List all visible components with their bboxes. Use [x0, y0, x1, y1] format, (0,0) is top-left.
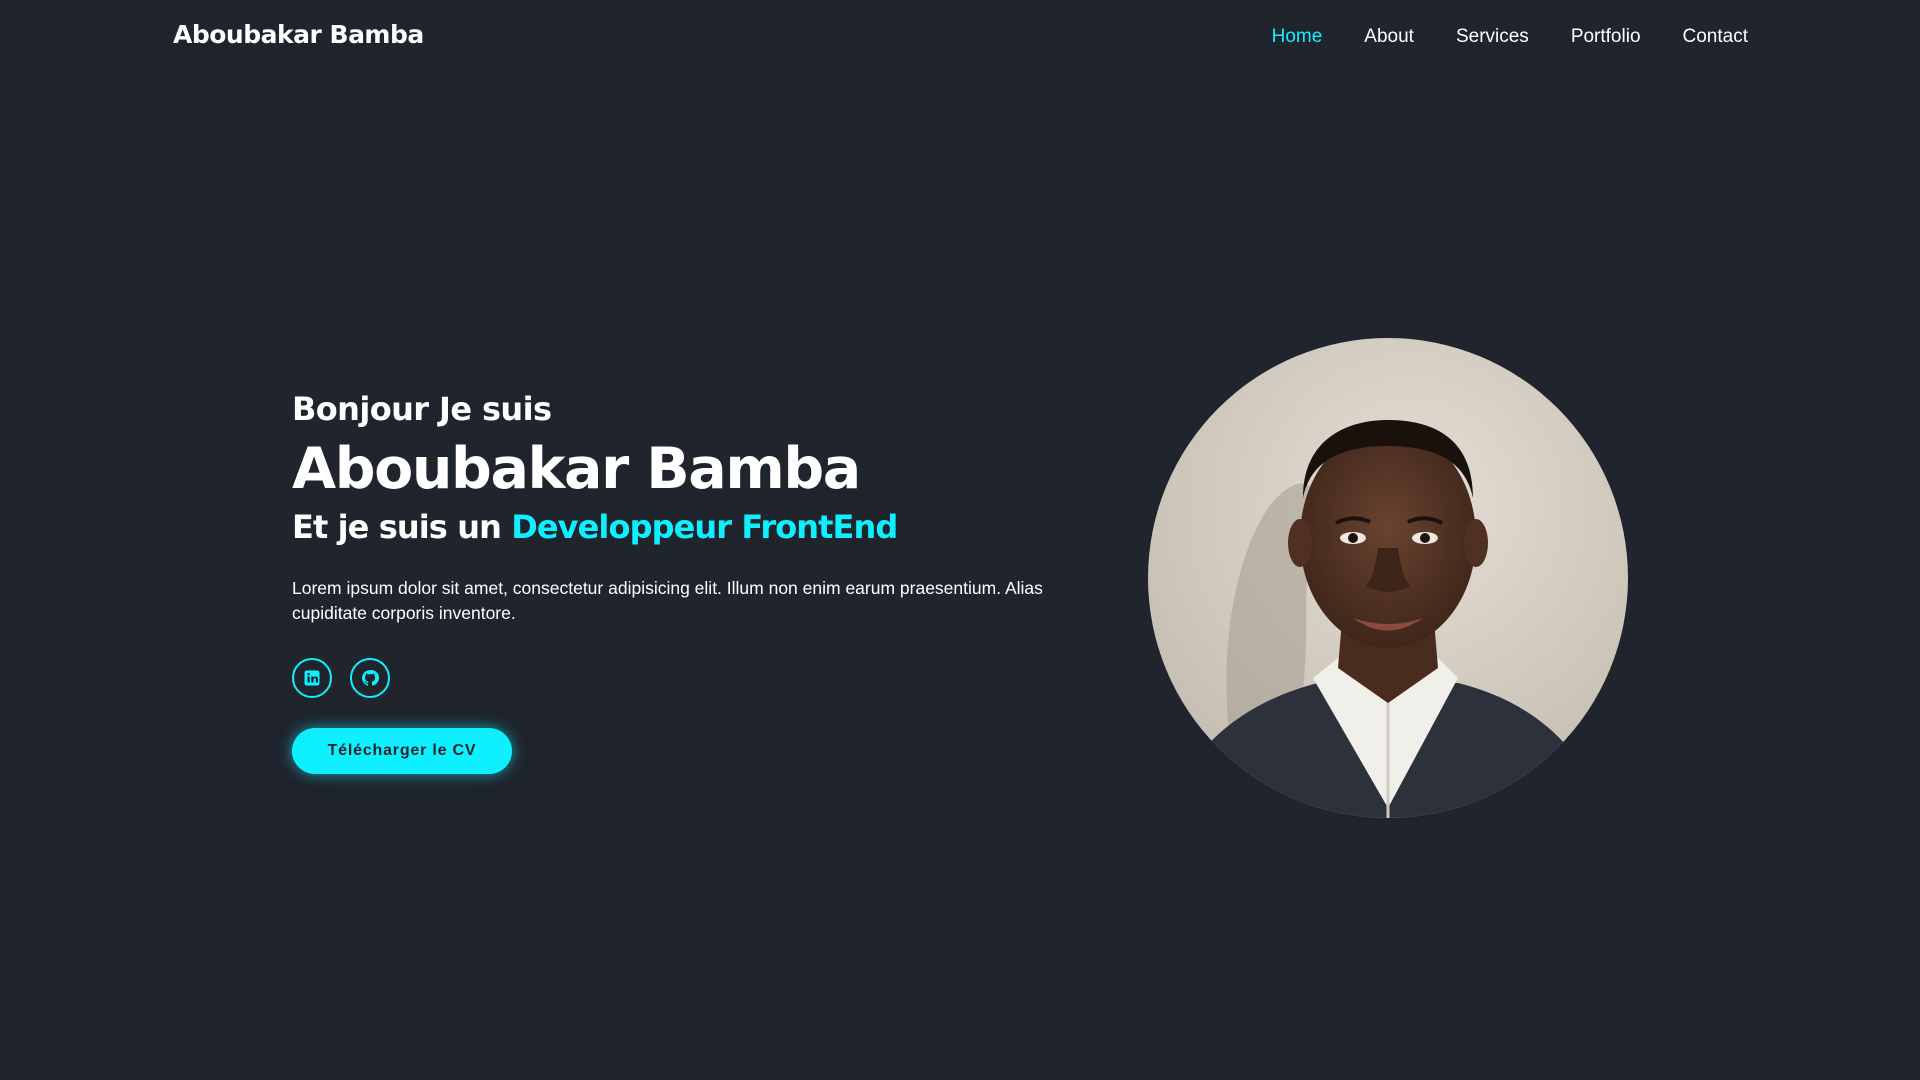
hero-description: Lorem ipsum dolor sit amet, consectetur … — [292, 578, 1043, 623]
nav-contact[interactable]: Contact — [1683, 26, 1748, 48]
nav-about[interactable]: About — [1364, 26, 1414, 48]
main-nav: Home About Services Portfolio Contact — [1272, 26, 1748, 48]
github-icon — [361, 669, 379, 687]
hero-role-highlight: Developpeur FrontEnd — [511, 508, 898, 546]
page: Aboubakar Bamba Home About Services Port… — [0, 0, 1920, 1080]
profile-photo — [1148, 338, 1628, 818]
hero-content: Bonjour Je suis Aboubakar Bamba Et je su… — [292, 388, 1072, 774]
hero-name: Aboubakar Bamba — [292, 436, 861, 502]
linkedin-icon — [303, 669, 321, 687]
hero-role-prefix: Et je suis un — [292, 508, 512, 546]
logo[interactable]: Aboubakar Bamba — [173, 20, 424, 49]
social-links — [292, 658, 1072, 698]
nav-portfolio[interactable]: Portfolio — [1571, 26, 1641, 48]
hero-role: Et je suis un Developpeur FrontEnd — [292, 504, 1072, 550]
nav-services[interactable]: Services — [1456, 26, 1529, 48]
github-link[interactable] — [350, 658, 390, 698]
linkedin-link[interactable] — [292, 658, 332, 698]
hero-greeting: Bonjour Je suis — [292, 390, 552, 428]
site-header: Aboubakar Bamba Home About Services Port… — [0, 0, 1920, 78]
nav-home[interactable]: Home — [1272, 26, 1323, 48]
download-cv-button[interactable]: Télécharger le CV — [292, 728, 512, 774]
